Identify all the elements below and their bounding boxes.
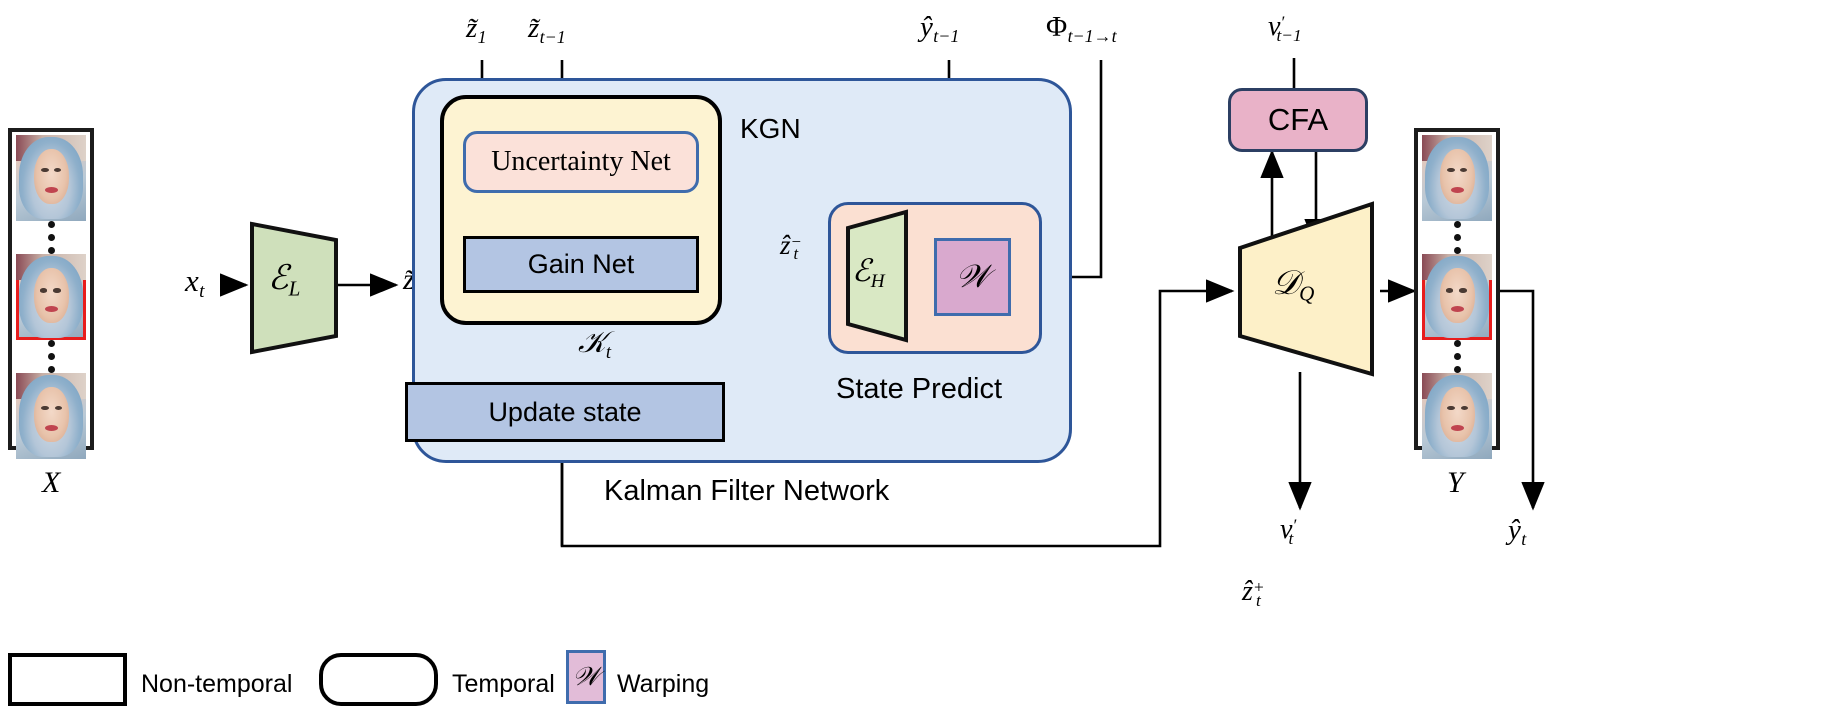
ellipsis-dots-bottom-out — [1453, 340, 1461, 373]
gain-net-label: Gain Net — [527, 249, 635, 279]
state-predict-label: State Predict — [836, 373, 1003, 405]
output-frame-selected — [1422, 254, 1492, 340]
encoder-low-label: ℰL — [268, 260, 301, 301]
kalman-gain-label: 𝒦t — [578, 326, 612, 363]
update-state-box[interactable]: Update state — [405, 382, 725, 442]
z-tilde-1-label: z̃1 — [466, 12, 487, 47]
uncertainty-net-box[interactable]: Uncertainty Net — [463, 131, 699, 193]
legend-nontemporal-swatch — [8, 653, 127, 706]
output-frame-last — [1422, 373, 1492, 459]
legend-temporal-label: Temporal — [452, 670, 555, 698]
cfa-output-label: v′t — [1280, 514, 1297, 548]
diagram-canvas: X xt ℰL z̃t KGN Uncertainty Net Gain Net… — [0, 0, 1823, 725]
y-hat-t-minus-1-label: ŷt−1 — [920, 11, 960, 46]
legend-warping-label: Warping — [617, 670, 710, 698]
output-frame-stack — [1414, 128, 1500, 459]
legend-temporal-swatch — [319, 653, 438, 706]
encoder-high-label: ℰH — [852, 253, 885, 293]
y-hat-t-label: ŷt — [1508, 514, 1527, 549]
kalman-filter-network-label: Kalman Filter Network — [604, 475, 890, 507]
z-tilde-t-minus-1-label: z̃t−1 — [528, 12, 566, 47]
decoder-label: 𝒟Q — [1272, 265, 1315, 306]
update-state-label: Update state — [488, 396, 642, 427]
input-stack-label: X — [42, 466, 61, 499]
legend-warping-swatch: 𝒲 — [566, 650, 606, 704]
output-stack-label: Y — [1447, 466, 1464, 499]
ellipsis-dots-top — [47, 221, 55, 254]
x-t-label: xt — [185, 263, 205, 303]
kgn-label: KGN — [740, 113, 801, 144]
legend-warping-symbol: 𝒲 — [572, 661, 600, 691]
flow-phi-label: Φt−1→t — [1046, 11, 1117, 46]
cfa-label: CFA — [1267, 102, 1329, 137]
prior-state-label: ẑ−t — [780, 230, 802, 264]
legend-nontemporal-label: Non-temporal — [141, 670, 293, 698]
cfa-input-label: v′t−1 — [1268, 11, 1302, 45]
posterior-state-label: ẑ+t — [1242, 576, 1265, 610]
input-frame-last — [16, 373, 86, 459]
uncertainty-net-label: Uncertainty Net — [491, 146, 671, 177]
output-frame-first — [1422, 135, 1492, 221]
warping-symbol: 𝒲 — [955, 258, 990, 294]
ellipsis-dots-bottom — [47, 340, 55, 373]
ellipsis-dots-top-out — [1453, 221, 1461, 254]
input-frame-first — [16, 135, 86, 221]
cfa-box[interactable]: CFA — [1228, 88, 1368, 152]
warping-box[interactable]: 𝒲 — [934, 238, 1011, 316]
input-frame-selected — [16, 254, 86, 340]
input-frame-stack — [8, 128, 94, 459]
gain-net-box[interactable]: Gain Net — [463, 236, 699, 293]
